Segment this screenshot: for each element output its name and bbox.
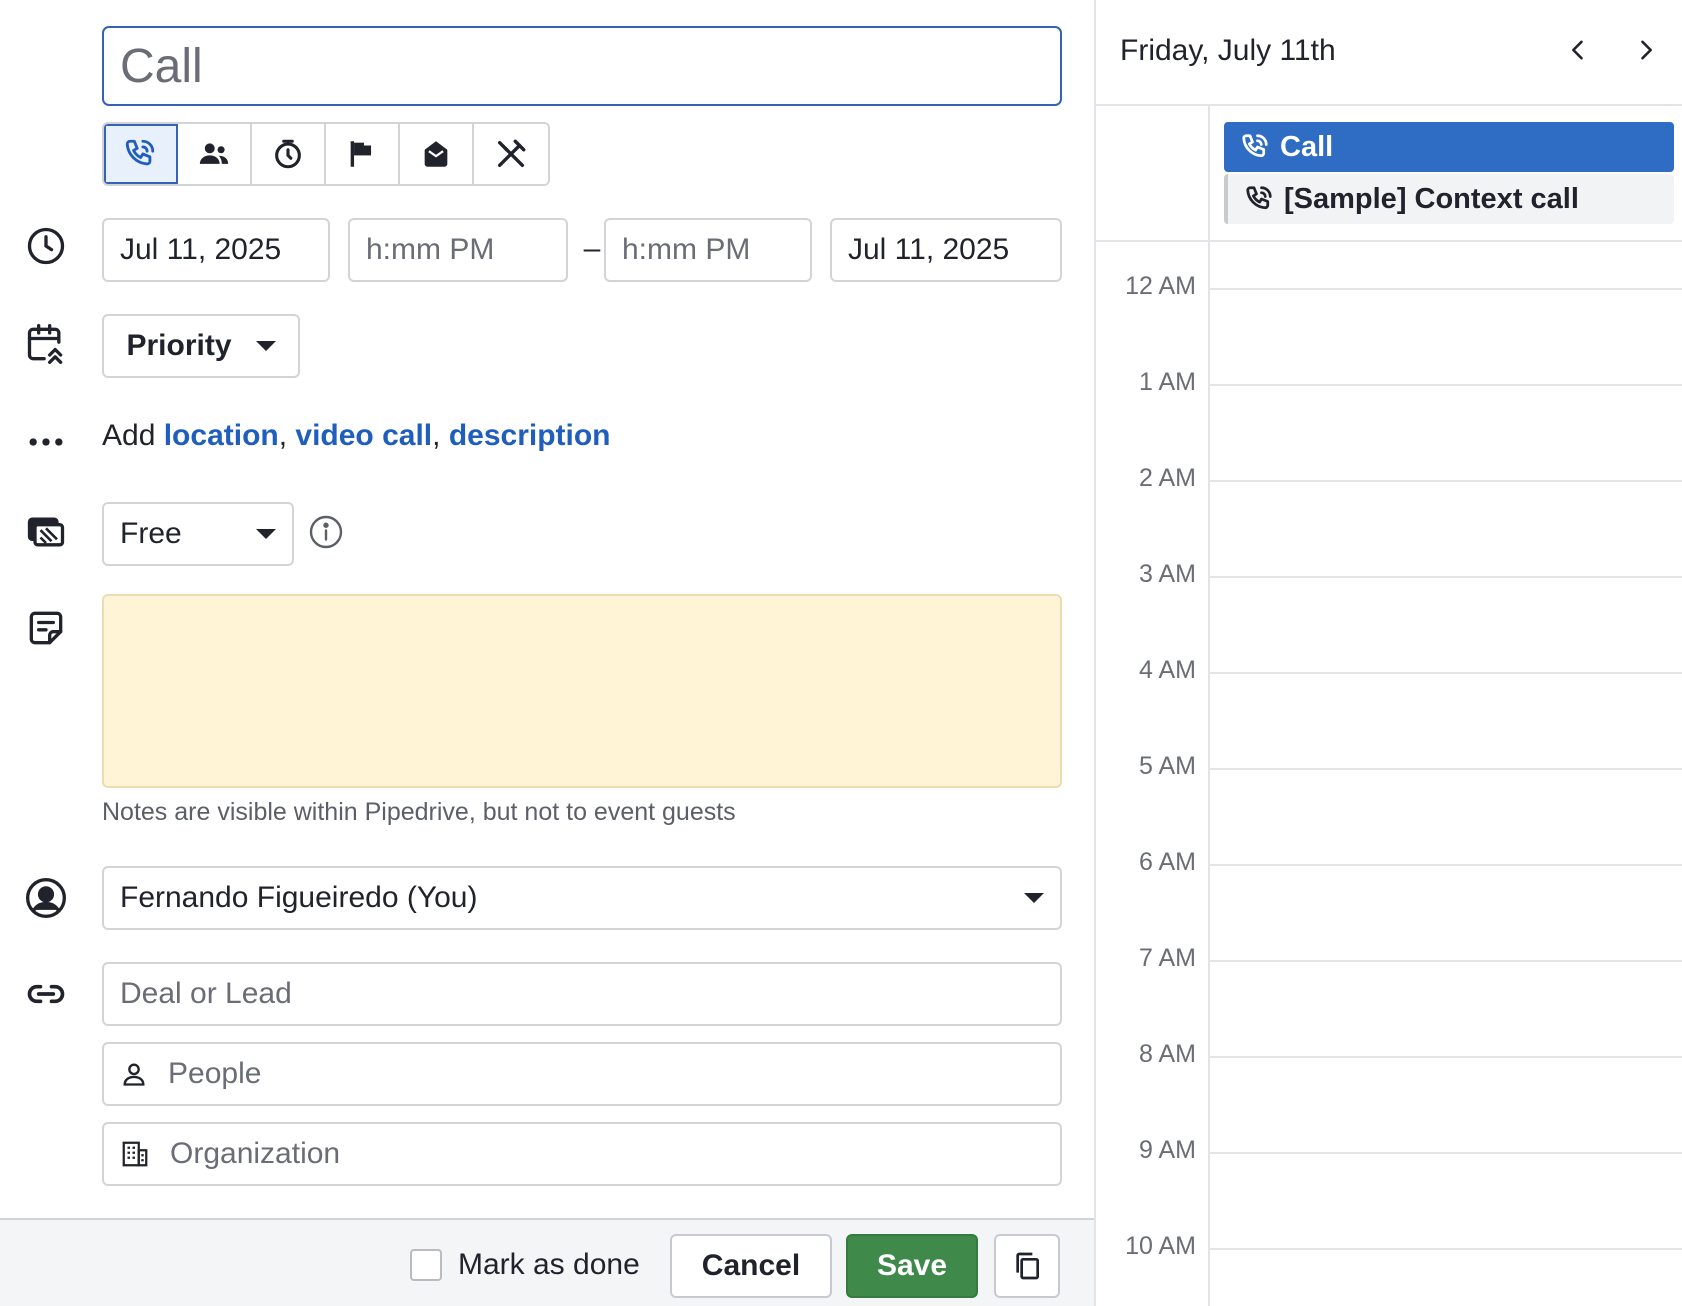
activity-form: Call Jul 11, 2025 h:mm PM – h:mm PM Jul … xyxy=(0,0,1094,1306)
cutlery-icon xyxy=(497,139,526,168)
type-email-button[interactable] xyxy=(400,124,474,184)
add-location-link[interactable]: location xyxy=(164,419,279,452)
add-details-row: Add location, video call, description xyxy=(102,419,611,453)
phone-icon xyxy=(1242,134,1268,158)
copy-icon xyxy=(1016,1252,1039,1280)
organization-input[interactable]: Organization xyxy=(102,1122,1062,1186)
hour-label: 12 AM xyxy=(1125,272,1196,300)
clock-icon xyxy=(275,139,301,169)
chevron-left-icon xyxy=(1572,40,1583,60)
busy-status-value: Free xyxy=(120,517,182,550)
hour-label: 7 AM xyxy=(1139,944,1196,972)
organization-placeholder: Organization xyxy=(170,1137,341,1170)
hour-gridline xyxy=(1208,1152,1682,1154)
chevron-down-icon xyxy=(1024,893,1044,903)
cancel-button[interactable]: Cancel xyxy=(670,1234,832,1298)
start-date-input[interactable]: Jul 11, 2025 xyxy=(102,218,330,282)
info-icon[interactable] xyxy=(308,514,344,550)
mark-as-done-label: Mark as done xyxy=(458,1248,640,1281)
hour-label: 6 AM xyxy=(1139,848,1196,876)
inbox-icon xyxy=(424,141,448,167)
people-placeholder: People xyxy=(168,1057,262,1090)
hour-label: 2 AM xyxy=(1139,464,1196,492)
event-title: [Sample] Context call xyxy=(1284,182,1579,215)
mark-as-done-toggle[interactable]: Mark as done xyxy=(410,1248,640,1282)
people-icon xyxy=(199,143,229,164)
flag-icon xyxy=(350,141,372,167)
hour-gridline xyxy=(1208,864,1682,866)
hour-label: 5 AM xyxy=(1139,752,1196,780)
hour-label: 9 AM xyxy=(1139,1136,1196,1164)
form-footer: Mark as done Cancel Save xyxy=(0,1218,1094,1306)
type-call-button[interactable] xyxy=(104,124,178,184)
note-icon xyxy=(22,604,70,652)
type-task-button[interactable] xyxy=(252,124,326,184)
add-description-link[interactable]: description xyxy=(449,419,611,452)
calendar-event-sample[interactable]: [Sample] Context call xyxy=(1224,174,1674,224)
busy-status-icon xyxy=(22,508,70,556)
chevron-down-icon xyxy=(255,341,276,351)
calendar-header: Friday, July 11th xyxy=(1096,0,1682,106)
phone-icon xyxy=(1246,186,1272,210)
end-time-input[interactable]: h:mm PM xyxy=(604,218,812,282)
hour-row[interactable]: 10 AM xyxy=(1096,1232,1682,1306)
add-separator: , xyxy=(432,419,449,452)
add-prefix: Add xyxy=(102,419,164,452)
more-icon xyxy=(22,418,70,466)
owner-dropdown[interactable]: Fernando Figueiredo (You) xyxy=(102,866,1062,930)
user-circle-icon xyxy=(22,874,70,922)
calendar-date-title: Friday, July 11th xyxy=(1120,34,1336,67)
event-title: Call xyxy=(1280,130,1334,163)
link-icon xyxy=(22,970,70,1018)
hour-gridline xyxy=(1208,1056,1682,1058)
hour-label: 4 AM xyxy=(1139,656,1196,684)
people-input[interactable]: People xyxy=(102,1042,1062,1106)
next-day-button[interactable] xyxy=(1626,30,1666,70)
building-icon xyxy=(122,1141,148,1167)
owner-value: Fernando Figueiredo (You) xyxy=(120,881,478,914)
calendar-priority-icon xyxy=(22,320,70,368)
calendar-event-current[interactable]: Call xyxy=(1224,122,1674,172)
hour-gridline xyxy=(1208,960,1682,962)
add-video-call-link[interactable]: video call xyxy=(295,419,432,452)
person-icon xyxy=(123,1063,145,1086)
type-meeting-button[interactable] xyxy=(178,124,252,184)
hour-gridline xyxy=(1208,1248,1682,1250)
priority-label: Priority xyxy=(126,329,232,362)
duplicate-button[interactable] xyxy=(994,1234,1060,1298)
phone-icon xyxy=(125,139,155,166)
hour-gridline xyxy=(1208,384,1682,386)
day-calendar: Friday, July 11th Call [Sample] Context … xyxy=(1094,0,1682,1306)
hour-gridline xyxy=(1208,768,1682,770)
hour-gridline xyxy=(1208,288,1682,290)
hour-label: 8 AM xyxy=(1139,1040,1196,1068)
type-lunch-button[interactable] xyxy=(474,124,548,184)
deal-or-lead-input[interactable]: Deal or Lead xyxy=(102,962,1062,1026)
priority-dropdown[interactable]: Priority xyxy=(102,314,300,378)
hour-label: 10 AM xyxy=(1125,1232,1196,1260)
mark-as-done-checkbox[interactable] xyxy=(410,1249,442,1281)
hour-label: 3 AM xyxy=(1139,560,1196,588)
start-time-input[interactable]: h:mm PM xyxy=(348,218,568,282)
chevron-right-icon xyxy=(1641,40,1652,60)
save-button[interactable]: Save xyxy=(846,1234,978,1298)
busy-status-dropdown[interactable]: Free xyxy=(102,502,294,566)
subject-input[interactable]: Call xyxy=(102,26,1062,106)
notes-hint: Notes are visible within Pipedrive, but … xyxy=(102,798,736,826)
chevron-down-icon xyxy=(256,529,276,539)
hour-gridline xyxy=(1208,672,1682,674)
hour-label: 1 AM xyxy=(1139,368,1196,396)
end-date-input[interactable]: Jul 11, 2025 xyxy=(830,218,1062,282)
hour-gridline xyxy=(1208,576,1682,578)
clock-icon xyxy=(22,222,70,270)
notes-textarea[interactable] xyxy=(102,594,1062,788)
activity-type-selector xyxy=(102,122,550,186)
add-separator: , xyxy=(278,419,296,452)
hour-gridline xyxy=(1208,480,1682,482)
type-deadline-button[interactable] xyxy=(326,124,400,184)
previous-day-button[interactable] xyxy=(1558,30,1598,70)
